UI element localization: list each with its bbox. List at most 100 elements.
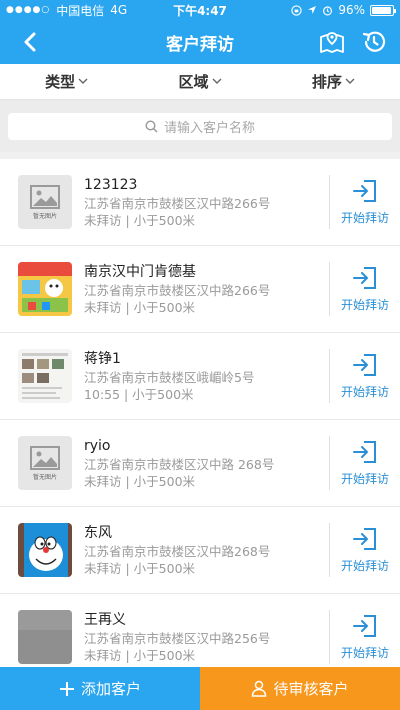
start-visit-label: 开始拜访	[340, 297, 389, 312]
chevron-down-icon	[212, 78, 221, 84]
search-input[interactable]: 请输入客户名称	[8, 113, 392, 140]
back-arrow-icon	[24, 32, 36, 52]
customer-status: 未拜访 | 小于500米	[84, 299, 196, 315]
customer-address: 江苏省南京市鼓楼区汉中路 268号	[84, 456, 275, 472]
alarm-icon	[323, 5, 333, 15]
start-visit-button[interactable]: 开始拜访	[330, 353, 400, 400]
filter-label: 排序	[311, 73, 342, 91]
customer-info: 王再义江苏省南京市鼓楼区汉中路256号 未拜访 | 小于500米	[84, 611, 329, 664]
start-visit-button[interactable]: 开始拜访	[330, 266, 400, 313]
check-in-icon	[353, 353, 376, 376]
history-clock-icon	[362, 31, 386, 52]
customer-row[interactable]: 暂无图片 123123 江苏省南京市鼓楼区汉中路266号 未拜访 | 小于500米 开始…	[0, 159, 400, 246]
customer-row[interactable]: 蒋铮1 江苏省南京市鼓楼区峨嵋岭5号 10:55 | 小于500米 开始拜访	[0, 333, 400, 420]
customer-list: 暂无图片 123123 江苏省南京市鼓楼区汉中路266号 未拜访 | 小于500米 开始…	[0, 159, 400, 667]
image-placeholder-icon	[30, 445, 60, 470]
customer-thumbnail: 暂无图片	[18, 175, 72, 229]
customer-status: 未拜访 | 小于500米	[84, 473, 196, 489]
start-visit-label: 开始拜访	[340, 210, 389, 225]
filter-label: 类型	[45, 73, 76, 91]
start-visit-label: 开始拜访	[340, 645, 389, 660]
customer-address: 江苏省南京市鼓楼区峨嵋岭5号	[84, 369, 255, 385]
customer-thumbnail	[18, 523, 72, 577]
customer-address: 江苏省南京市鼓楼区汉中路266号	[84, 195, 271, 211]
customer-info: ryio 江苏省南京市鼓楼区汉中路 268号 未拜访 | 小于500米	[84, 437, 329, 490]
no-image-label: 暂无图片	[32, 473, 57, 481]
carrier: 中国电信	[56, 3, 105, 18]
map-pin-icon	[320, 32, 344, 53]
status-bar: ●●●●○ 中国电信 4G 下午4:47 96%	[0, 0, 400, 20]
chevron-down-icon	[78, 78, 88, 84]
customer-thumbnail	[18, 610, 72, 664]
start-visit-button[interactable]: 开始拜访	[330, 179, 400, 226]
customer-address: 江苏省南京市鼓楼区汉中路256号	[84, 630, 271, 646]
signal-icon: ●●●●○	[6, 5, 51, 15]
customer-name: 蒋铮1	[84, 350, 121, 367]
start-visit-button[interactable]: 开始拜访	[330, 527, 400, 574]
customer-thumbnail: 暂无图片	[18, 436, 72, 490]
user-icon	[252, 680, 267, 697]
customer-thumbnail	[18, 349, 72, 403]
customer-status: 未拜访 | 小于500米	[84, 560, 196, 576]
customer-address: 江苏省南京市鼓楼区汉中路268号	[84, 543, 271, 559]
search-icon	[145, 120, 158, 133]
battery-icon	[370, 4, 396, 16]
customer-name: 123123	[84, 176, 138, 193]
customer-name: 东风	[84, 524, 112, 541]
start-visit-label: 开始拜访	[340, 558, 389, 573]
customer-name: ryio	[84, 437, 111, 454]
filter-sort[interactable]: 排序	[267, 64, 400, 99]
check-in-icon	[353, 527, 376, 550]
filter-region[interactable]: 区域	[133, 64, 266, 99]
no-image-label: 暂无图片	[32, 212, 57, 220]
search-area: 请输入客户名称	[0, 100, 400, 152]
check-in-icon	[353, 614, 376, 637]
chevron-down-icon	[345, 78, 355, 84]
add-customer-button[interactable]: 添加客户	[0, 667, 200, 710]
check-in-icon	[353, 179, 376, 202]
pending-review-label: 待审核客户	[273, 680, 349, 698]
start-visit-label: 开始拜访	[340, 471, 389, 486]
customer-row[interactable]: 东风 江苏省南京市鼓楼区汉中路268号 未拜访 | 小于500米 开始拜访	[0, 507, 400, 594]
check-in-icon	[353, 440, 376, 463]
network-type: 4G	[110, 3, 128, 17]
lock-rotation-icon	[291, 4, 303, 16]
filter-bar: 类型 区域 排序	[0, 64, 400, 100]
app-header: ●●●●○ 中国电信 4G 下午4:47 96% 客户拜访	[0, 0, 400, 64]
customer-name: 王再义	[84, 611, 126, 628]
history-button[interactable]	[358, 26, 390, 58]
battery-percent: 96%	[338, 3, 365, 17]
filter-label: 区域	[178, 73, 209, 91]
document-photo	[18, 349, 72, 403]
customer-info: 东风江苏省南京市鼓楼区汉中路268号 未拜访 | 小于500米	[84, 524, 329, 577]
customer-info: 123123 江苏省南京市鼓楼区汉中路266号 未拜访 | 小于500米	[84, 176, 329, 229]
customer-row[interactable]: 王再义 江苏省南京市鼓楼区汉中路256号 未拜访 | 小于500米 开始拜访	[0, 594, 400, 667]
customer-address: 江苏省南京市鼓楼区汉中路266号	[84, 282, 271, 298]
bottom-bar: 添加客户 待审核客户	[0, 667, 400, 710]
gray-photo	[18, 610, 72, 664]
start-visit-button[interactable]: 开始拜访	[330, 614, 400, 661]
add-customer-label: 添加客户	[80, 680, 141, 698]
character-photo	[18, 523, 72, 577]
plus-icon	[59, 681, 74, 696]
filter-type[interactable]: 类型	[0, 64, 133, 99]
customer-thumbnail	[18, 262, 72, 316]
start-visit-label: 开始拜访	[340, 384, 389, 399]
customer-status: 未拜访 | 小于500米	[84, 647, 196, 663]
customer-info: 南京汉中门肯德基江苏省南京市鼓楼区汉中路266号 未拜访 | 小于500米	[84, 263, 329, 316]
customer-row[interactable]: 暂无图片 ryio 江苏省南京市鼓楼区汉中路 268号 未拜访 | 小于500米 开始拜…	[0, 420, 400, 507]
image-placeholder-icon	[30, 184, 60, 209]
back-button[interactable]	[8, 20, 52, 64]
customer-status: 未拜访 | 小于500米	[84, 212, 196, 228]
customer-name: 南京汉中门肯德基	[84, 263, 196, 280]
nav-bar: 客户拜访	[0, 20, 400, 64]
search-placeholder: 请输入客户名称	[163, 121, 255, 136]
pending-review-button[interactable]: 待审核客户	[200, 667, 400, 710]
start-visit-button[interactable]: 开始拜访	[330, 440, 400, 487]
location-arrow-icon	[308, 6, 317, 14]
customer-status: 10:55 | 小于500米	[84, 386, 194, 402]
check-in-icon	[353, 266, 376, 289]
customer-info: 蒋铮1 江苏省南京市鼓楼区峨嵋岭5号 10:55 | 小于500米	[84, 350, 329, 403]
customer-row[interactable]: 南京汉中门肯德基 江苏省南京市鼓楼区汉中路266号 未拜访 | 小于500米 开始拜访	[0, 246, 400, 333]
map-button[interactable]	[316, 26, 348, 58]
